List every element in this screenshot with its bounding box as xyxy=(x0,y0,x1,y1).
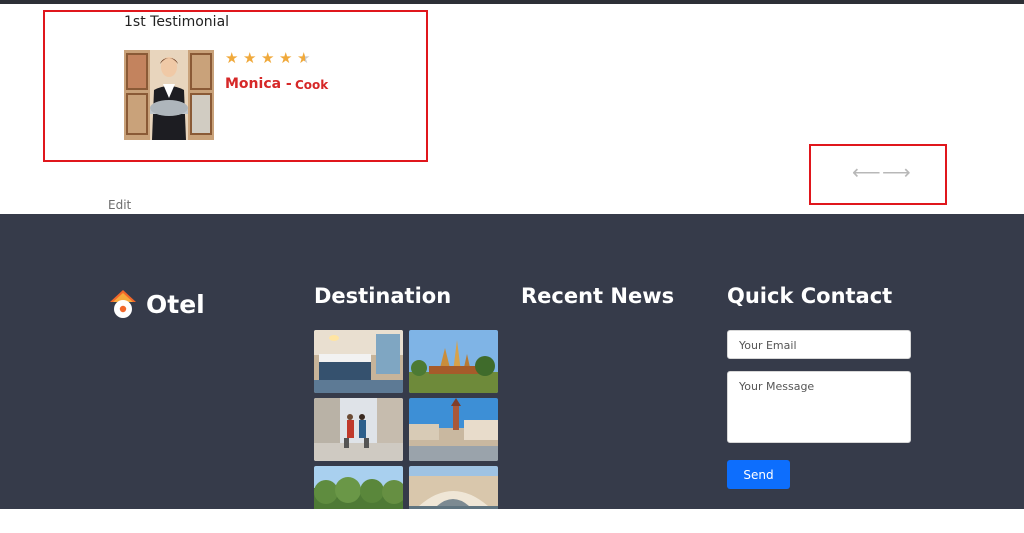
top-bar xyxy=(0,0,1024,4)
star-half-icon: ★ xyxy=(297,50,311,67)
destination-heading: Destination xyxy=(314,284,452,308)
message-field[interactable]: Your Message xyxy=(727,371,911,443)
logo-text: Otel xyxy=(146,289,205,319)
email-field[interactable]: Your Email xyxy=(727,330,911,359)
star-icon: ★ xyxy=(279,50,293,67)
star-icon: ★ xyxy=(243,50,257,67)
destination-gallery xyxy=(314,330,498,509)
destination-thumb-city-landmark[interactable] xyxy=(409,330,498,393)
arrow-left-icon[interactable]: ⟵ xyxy=(852,163,881,183)
destination-thumb-rialto-bridge[interactable] xyxy=(409,466,498,509)
logo-icon xyxy=(110,290,136,318)
site-footer: Otel Destination Recent News Quick Conta… xyxy=(0,214,1024,509)
star-icon: ★ xyxy=(261,50,275,67)
star-icon: ★ xyxy=(225,50,239,67)
testimonial-role: Cook xyxy=(295,78,329,92)
testimonial-title: 1st Testimonial xyxy=(124,14,230,30)
destination-thumb-venice-palace[interactable] xyxy=(409,398,498,461)
edit-link[interactable]: Edit xyxy=(108,198,131,212)
destination-thumb-forest-trees[interactable] xyxy=(314,466,403,509)
destination-thumb-travelers-street[interactable] xyxy=(314,398,403,461)
quick-contact-heading: Quick Contact xyxy=(727,284,893,308)
recent-news-heading: Recent News xyxy=(521,284,675,308)
destination-thumb-hotel-room[interactable] xyxy=(314,330,403,393)
footer-logo[interactable]: Otel xyxy=(108,288,205,320)
rating-stars: ★ ★ ★ ★ ★ xyxy=(225,51,312,66)
arrow-right-icon[interactable]: ⟶ xyxy=(882,163,911,183)
testimonial-photo xyxy=(124,50,214,140)
send-button[interactable]: Send xyxy=(727,460,790,489)
testimonial-name: Monica - xyxy=(225,76,292,92)
